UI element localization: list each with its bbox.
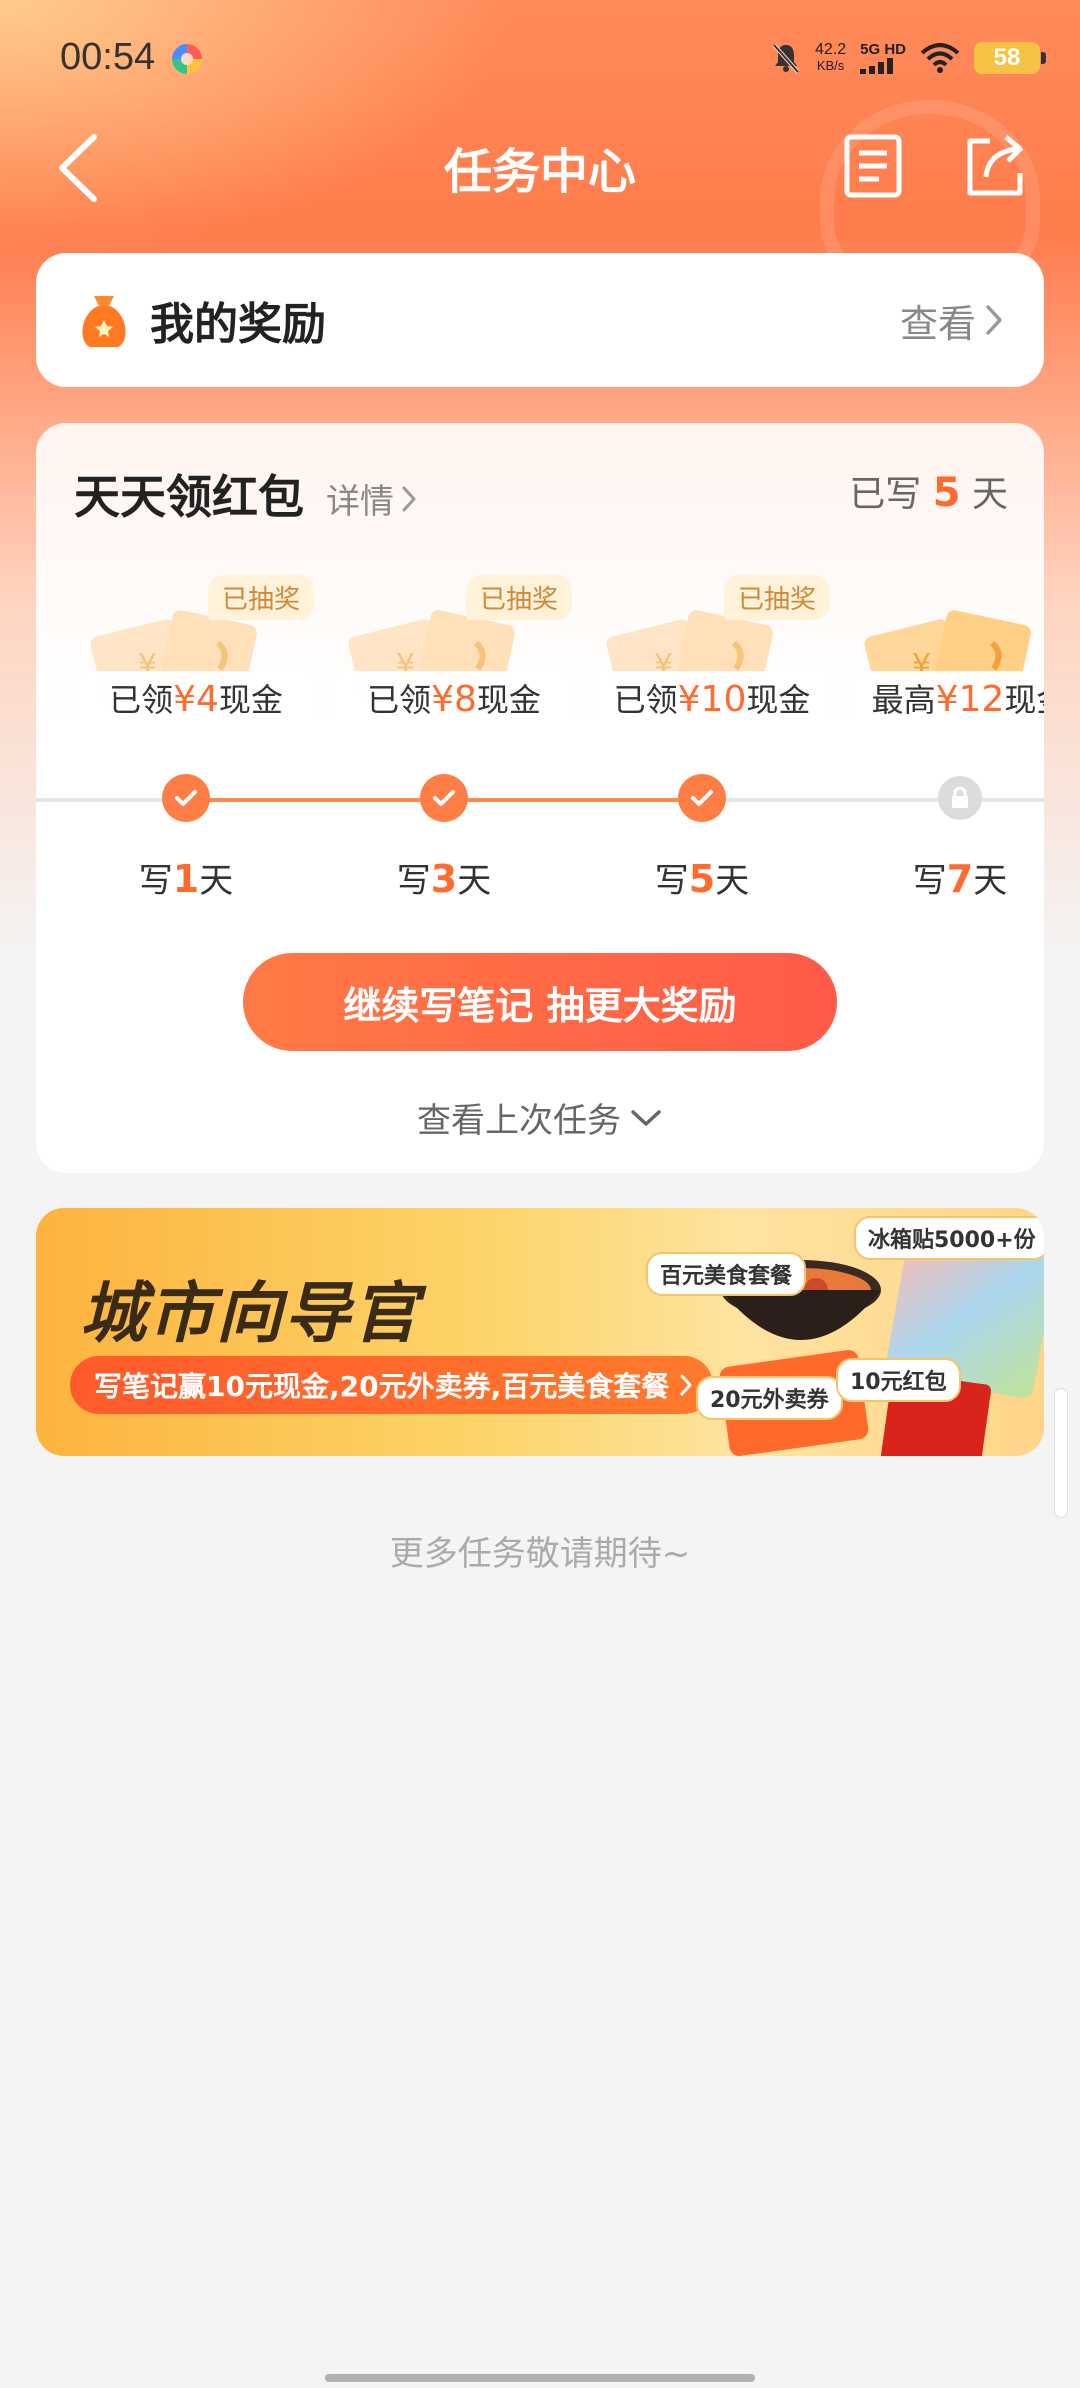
view-last-task-label: 查看上次任务	[417, 1101, 621, 1141]
city-guide-banner[interactable]: 城市向导官 写笔记赢10元现金,20元外卖券,百元美食套餐 百元美食套餐 冰箱贴…	[36, 1208, 1044, 1456]
coupon-tag: 20元外卖券	[696, 1376, 843, 1420]
prize-status-badge: 已抽奖	[723, 575, 830, 620]
prize-amount: ¥10	[677, 679, 747, 720]
milestone-label: 写5天	[622, 853, 782, 902]
more-tasks-note: 更多任务敬请期待~	[389, 1534, 691, 1574]
prize-suffix: 现金	[476, 681, 541, 719]
milestone-prefix: 写	[654, 861, 689, 901]
milestone-label: 写3天	[364, 853, 524, 902]
status-bar: 00:54 42.2 KB/s 5G HD 58	[0, 0, 1080, 120]
prize-item: ¥ 最高¥12现金	[852, 573, 1044, 733]
app-notification-icon	[172, 44, 202, 74]
prize-label: 最高¥12现金	[852, 671, 1044, 729]
check-icon	[433, 790, 455, 806]
money-bag-icon	[76, 290, 132, 350]
chevron-down-icon	[631, 1109, 661, 1126]
milestone-days: 5	[688, 857, 716, 901]
milestone-prefix: 写	[396, 861, 431, 901]
days-written-value: 5	[932, 470, 961, 516]
milestone-suffix: 天	[199, 861, 234, 901]
prize-prefix: 最高	[871, 681, 936, 719]
redpacket-header: 天天领红包 详情	[74, 461, 418, 527]
milestone-days: 7	[946, 857, 974, 901]
prize-amount: ¥12	[935, 679, 1005, 720]
milestone-suffix: 天	[457, 861, 492, 901]
network-speed: 42.2 KB/s	[815, 42, 846, 74]
redpacket-detail-link[interactable]: 详情	[326, 474, 418, 523]
prize-prefix: 已领	[109, 681, 174, 719]
banner-subtitle: 写笔记赢10元现金,20元外卖券,百元美食套餐	[70, 1356, 714, 1414]
prize-item: ¥ 已抽奖 已领¥8现金	[336, 573, 572, 733]
battery-indicator: 58	[974, 42, 1046, 74]
prize-status-badge: 已抽奖	[465, 575, 572, 620]
milestone-days: 1	[172, 857, 200, 901]
chevron-right-icon	[402, 486, 416, 511]
nav-bar: 任务中心	[0, 120, 1080, 210]
milestone-locked-node	[938, 776, 982, 820]
share-button[interactable]	[960, 128, 1030, 204]
share-icon	[967, 135, 1023, 196]
mute-bell-icon	[772, 43, 800, 74]
redpacket-tag: 10元红包	[836, 1358, 961, 1402]
prize-label: 已领¥4现金	[78, 671, 314, 729]
prize-item: ¥ 已抽奖 已领¥10现金	[594, 573, 830, 733]
check-icon	[175, 790, 197, 806]
continue-writing-button[interactable]: 继续写笔记 抽更大奖励	[243, 953, 837, 1051]
days-written-suffix: 天	[971, 474, 1008, 515]
view-last-task-link[interactable]: 查看上次任务	[36, 1093, 1044, 1142]
milestone-days: 3	[430, 857, 458, 901]
rules-button[interactable]	[838, 128, 908, 204]
view-rewards-link[interactable]: 查看	[900, 293, 1004, 348]
prize-suffix: 现金	[1004, 681, 1044, 719]
prize-row: ¥ 已抽奖 已领¥4现金 ¥ 已抽奖 已领¥8现金 ¥ 已抽奖 已领¥10现金 …	[78, 573, 1044, 733]
prize-amount: ¥8	[431, 679, 477, 720]
prize-label: 已领¥10现金	[594, 671, 830, 729]
prize-label: 已领¥8现金	[336, 671, 572, 729]
chevron-right-icon	[680, 1374, 692, 1396]
milestone-done-node	[678, 774, 726, 822]
page-title: 任务中心	[443, 144, 636, 200]
wifi-icon	[920, 43, 960, 73]
lock-icon	[952, 786, 968, 808]
signal-label: 5G HD	[860, 41, 906, 58]
my-rewards-title: 我的奖励	[150, 299, 326, 350]
view-rewards-label: 查看	[899, 301, 976, 346]
home-indicator[interactable]	[325, 2374, 755, 2382]
document-icon	[844, 134, 902, 198]
signal-indicator: 5G HD	[860, 42, 906, 74]
prize-suffix: 现金	[218, 681, 283, 719]
milestone-label: 写1天	[106, 853, 266, 902]
status-indicators: 42.2 KB/s 5G HD 58	[771, 38, 1046, 78]
network-speed-unit: KB/s	[816, 58, 845, 73]
days-written: 已写 5 天	[849, 465, 1008, 517]
scrollbar[interactable]	[1054, 1388, 1068, 1518]
network-speed-value: 42.2	[815, 41, 847, 58]
prize-suffix: 现金	[746, 681, 811, 719]
milestone-done-node	[162, 774, 210, 822]
prize-status-badge: 已抽奖	[207, 575, 314, 620]
milestone-suffix: 天	[973, 861, 1008, 901]
prize-item: ¥ 已抽奖 已领¥4现金	[78, 573, 314, 733]
milestone-prefix: 写	[912, 861, 947, 901]
milestone-done-node	[420, 774, 468, 822]
chevron-right-icon	[986, 305, 1002, 335]
check-icon	[691, 790, 713, 806]
milestone-label: 写7天	[880, 853, 1040, 902]
signal-bars-icon	[860, 58, 894, 74]
prize-prefix: 已领	[613, 681, 678, 719]
my-rewards-card[interactable]: 我的奖励 查看	[36, 253, 1044, 387]
milestone-prefix: 写	[138, 861, 173, 901]
milestone-suffix: 天	[715, 861, 750, 901]
prize-prefix: 已领	[367, 681, 432, 719]
sticker-tag: 冰箱贴5000+份	[854, 1216, 1044, 1260]
prize-amount: ¥4	[173, 679, 219, 720]
days-written-prefix: 已写	[849, 474, 922, 515]
banner-title: 城市向导官	[80, 1275, 420, 1352]
redpacket-title: 天天领红包	[74, 470, 304, 524]
meal-tag: 百元美食套餐	[646, 1252, 807, 1296]
banner-subtitle-text: 写笔记赢10元现金,20元外卖券,百元美食套餐	[94, 1370, 670, 1403]
redpacket-detail-label: 详情	[326, 482, 394, 522]
status-time: 00:54	[60, 36, 156, 78]
daily-redpacket-card: 天天领红包 详情 已写 5 天 ¥ 已抽奖 已领¥4现金 ¥ 已抽奖 已领¥8现…	[36, 423, 1044, 1173]
